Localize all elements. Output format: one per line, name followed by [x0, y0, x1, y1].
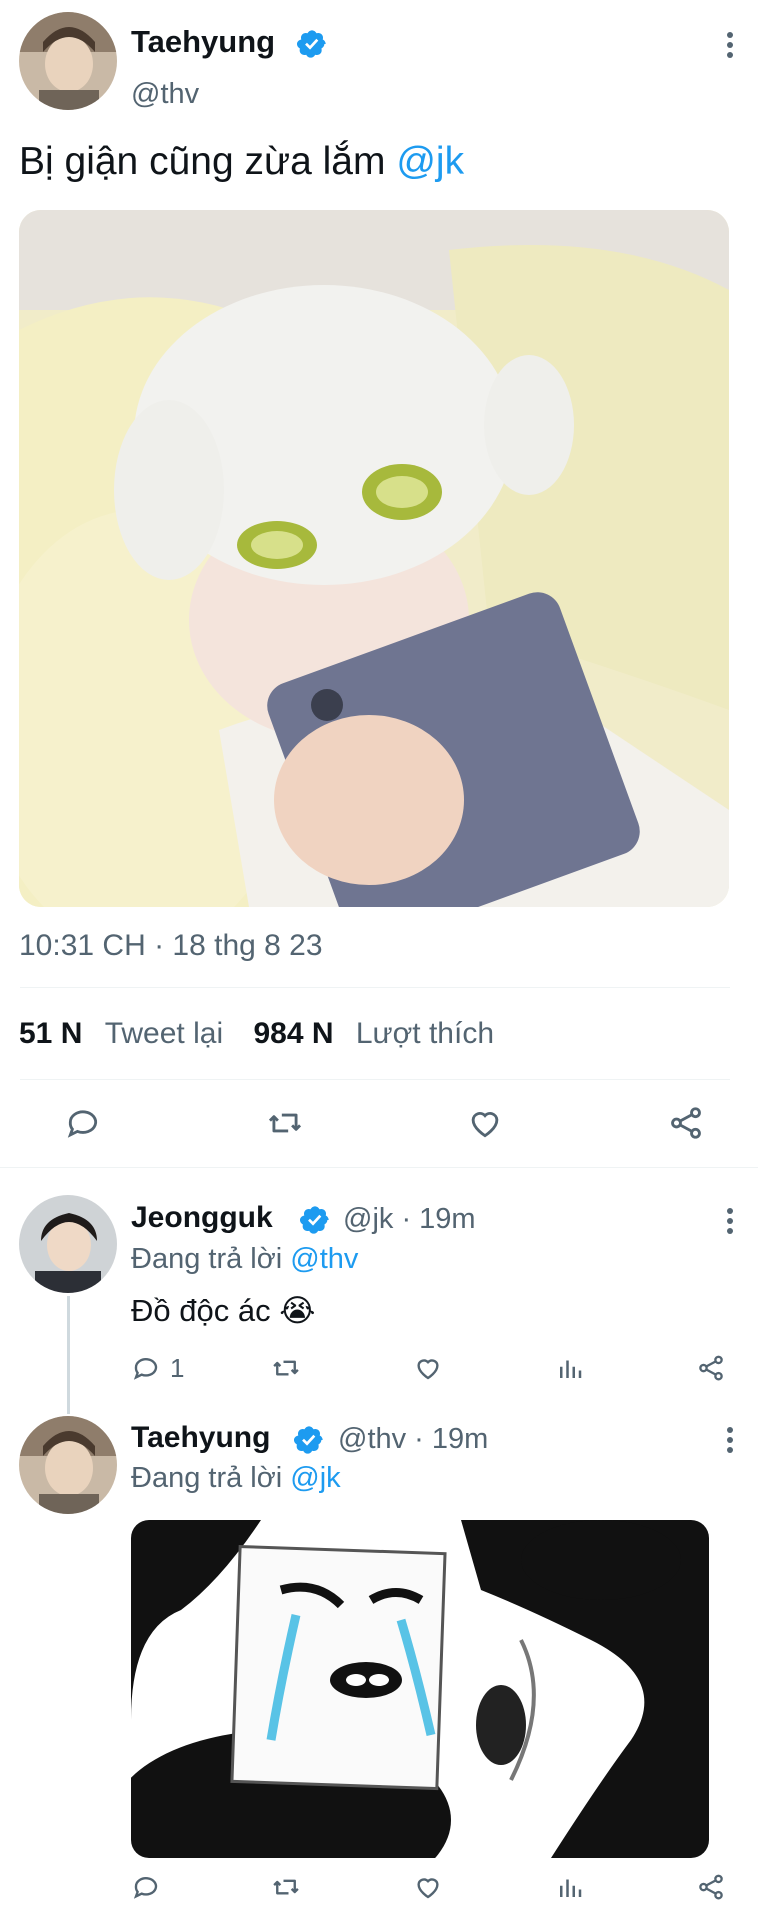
retweet-icon[interactable] — [270, 1353, 302, 1383]
replying-to: Đang trả lời @thv — [131, 1243, 358, 1276]
author-name[interactable]: Jeongguk — [131, 1201, 273, 1234]
reply-header: Jeongguk — [131, 1201, 273, 1235]
avatar[interactable] — [19, 12, 117, 110]
retweet-icon[interactable] — [265, 1104, 305, 1142]
replying-to-label: Đang trả lời — [131, 1243, 291, 1275]
tweet-text-body: Bị giận cũng zừa lắm — [19, 140, 397, 183]
avatar[interactable] — [19, 1416, 117, 1514]
replying-to-label: Đang trả lời — [131, 1462, 291, 1494]
analytics-icon[interactable] — [555, 1353, 585, 1383]
author-name[interactable]: Taehyung — [131, 1421, 270, 1454]
analytics-icon[interactable] — [555, 1872, 585, 1902]
mention-link[interactable]: @jk — [290, 1462, 340, 1494]
like-count[interactable]: 984 N — [253, 1017, 333, 1050]
verified-badge-icon — [299, 1204, 331, 1236]
like-icon[interactable] — [413, 1353, 443, 1383]
like-icon[interactable] — [413, 1872, 443, 1902]
reply-meta[interactable]: @jk · 19m — [343, 1203, 476, 1236]
author-name[interactable]: Taehyung — [131, 24, 275, 60]
divider — [20, 1079, 730, 1080]
verified-badge-icon — [296, 28, 328, 60]
verified-badge-icon — [293, 1424, 325, 1456]
reply-meta[interactable]: @thv · 19m — [338, 1423, 488, 1456]
like-icon[interactable] — [466, 1104, 504, 1142]
share-icon[interactable] — [667, 1104, 705, 1142]
reply-image[interactable] — [131, 1520, 709, 1858]
retweet-label[interactable]: Tweet lại — [105, 1017, 223, 1050]
reply-icon[interactable] — [64, 1104, 102, 1142]
thread-line — [67, 1296, 70, 1414]
reply-text: Đồ độc ác 😭 — [131, 1293, 316, 1328]
tweet-image[interactable] — [19, 210, 729, 907]
replying-to: Đang trả lời @jk — [131, 1462, 341, 1495]
author-handle[interactable]: @thv — [131, 78, 199, 111]
retweet-count[interactable]: 51 N — [19, 1017, 82, 1050]
share-icon[interactable] — [696, 1353, 726, 1383]
reply-icon[interactable] — [131, 1872, 161, 1902]
tweet-timestamp[interactable]: 10:31 CH · 18 thg 8 23 — [19, 929, 323, 963]
avatar[interactable] — [19, 1195, 117, 1293]
share-icon[interactable] — [696, 1872, 726, 1902]
like-label[interactable]: Lượt thích — [356, 1017, 494, 1050]
more-options-icon[interactable] — [727, 1208, 733, 1238]
section-divider — [0, 1167, 758, 1168]
more-options-icon[interactable] — [727, 32, 733, 62]
mention-link[interactable]: @jk — [396, 140, 464, 183]
tweet-text: Bị giận cũng zừa lắm @jk — [19, 140, 464, 184]
mention-link[interactable]: @thv — [290, 1243, 358, 1275]
retweet-icon[interactable] — [270, 1872, 302, 1902]
reply-count[interactable]: 1 — [170, 1353, 184, 1384]
reply-header: Taehyung — [131, 1421, 270, 1455]
reply-icon[interactable] — [131, 1353, 161, 1383]
more-options-icon[interactable] — [727, 1427, 733, 1457]
divider — [20, 987, 730, 988]
tweet-stats: 51 N Tweet lại 984 N Lượt thích — [19, 1017, 494, 1051]
